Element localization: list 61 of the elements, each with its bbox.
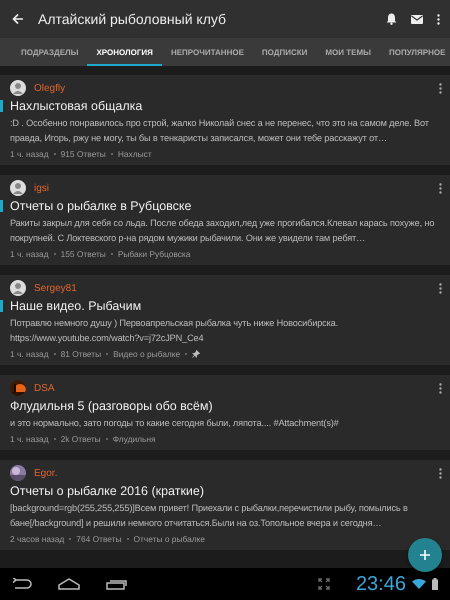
more-icon[interactable] bbox=[439, 82, 442, 94]
more-icon[interactable] bbox=[439, 182, 442, 194]
author-name[interactable]: igsi bbox=[34, 182, 431, 194]
more-icon[interactable] bbox=[437, 14, 440, 24]
tab[interactable]: НЕПРОЧИТАННОЕ bbox=[162, 38, 253, 66]
topic-preview: Потравлю немного душу ) Первоапрельская рыбалка чуть ниже Новосибирска. https://www.youtube.com/watch?v=j72cJPN_Ce4 bbox=[9, 317, 340, 345]
recent-apps-icon[interactable] bbox=[106, 578, 128, 590]
wifi-icon bbox=[412, 579, 426, 589]
app-title: Алтайский рыболовный клуб bbox=[38, 11, 228, 27]
mail-icon[interactable] bbox=[411, 14, 423, 24]
reply-count: 2k Ответы bbox=[60, 434, 101, 444]
bell-icon[interactable] bbox=[386, 13, 397, 25]
reply-count: 764 Ответы bbox=[76, 534, 122, 544]
reply-count: 81 Ответы bbox=[60, 349, 102, 359]
topic-preview: и это нормально, зато погоды то какие сегодня были, ляпота.... #Attachment(s)# bbox=[9, 417, 340, 430]
post-time: 1 ч. назад bbox=[10, 349, 49, 359]
forum-name: Флудильня bbox=[112, 434, 156, 444]
home-icon[interactable] bbox=[58, 578, 80, 590]
clock: 23:46 bbox=[356, 572, 406, 596]
post-time: 1 ч. назад bbox=[10, 434, 49, 444]
back-icon[interactable] bbox=[12, 578, 32, 590]
avatar-icon bbox=[10, 80, 26, 96]
plus-icon bbox=[419, 549, 431, 561]
topic-title: Флудильня 5 (разговоры обо всём) bbox=[10, 399, 213, 413]
topic-title: Отчеты о рыбалке в Рубцовске bbox=[10, 199, 192, 213]
avatar-icon bbox=[10, 280, 26, 296]
post-time: 2 часов назад bbox=[10, 534, 64, 544]
post-time: 1 ч. назад bbox=[10, 249, 49, 259]
more-icon[interactable] bbox=[439, 282, 442, 294]
tab[interactable]: МОИ ТЕМЫ bbox=[316, 38, 380, 66]
topic-preview: [background=rgb(255,255,255)]Всем привет! Приехали с рыбалки,перечистили рыбу, помылись в бане[/background] и решили немного отчитаться.Были на оз.Топольное вчера и сегодня… bbox=[9, 502, 409, 530]
topic-card[interactable]: DSA Флудильня 5 (разговоры обо всём) и это нормально, зато погоды то какие сегодня были, ляпота.... #Attachment(s)# 1 ч. назад 2k Ответы Флудильня bbox=[0, 375, 450, 450]
forum-name: Видео о рыбалке bbox=[113, 349, 180, 359]
tab[interactable]: ХРОНОЛОГИЯ bbox=[87, 38, 162, 66]
author-name[interactable]: Olegfly bbox=[34, 82, 431, 94]
topic-preview: :D . Особенно понравилось про строй, жалко Николай снес а не перенес, что это на самом деле. Вот правда, Игорь, ржу не могу, ты бы в тенкаристы записался, может они тебе расскажут от… bbox=[9, 117, 430, 145]
author-name[interactable]: DSA bbox=[34, 382, 431, 394]
author-name[interactable]: Egor. bbox=[34, 468, 431, 478]
topic-title: Наше видео. Рыбачим bbox=[10, 299, 142, 313]
topic-title: Отчеты о рыбалке 2016 (краткие) bbox=[10, 484, 204, 498]
tab[interactable]: ПОДРАЗДЕЛЫ bbox=[12, 38, 88, 66]
forum-name: Отчеты о рыбалке bbox=[134, 534, 206, 544]
avatar-icon bbox=[10, 180, 26, 196]
reply-count: 915 Ответы bbox=[60, 149, 106, 159]
more-icon[interactable] bbox=[439, 382, 442, 394]
topic-preview: Ракиты закрыл для себя со льда. После обеда заходил,лед уже прогибался.Клевал карась похуже, но покрупней. С Локтевского р-на рядом мужики рыбачили. Они же увидели там ребят… bbox=[9, 217, 436, 245]
forum-name: Нахлыст bbox=[118, 149, 152, 159]
topic-card[interactable] bbox=[0, 175, 450, 265]
topic-card[interactable]: Sergey81 Наше видео. Рыбачим Потравлю немного душу ) Первоапрельская рыбалка чуть ниже Новосибирска. https://www.youtube.com/watch?v=j72cJPN_Ce4 1 ч. назад 81 Ответы Видео о рыбалке bbox=[0, 275, 450, 365]
forum-name: Рыбаки Рубцовска bbox=[118, 249, 190, 259]
more-icon[interactable] bbox=[439, 468, 442, 478]
reply-count: 155 Ответы bbox=[60, 249, 106, 259]
post-time: 1 ч. назад bbox=[10, 149, 49, 159]
tab[interactable]: ПОДПИСКИ bbox=[252, 38, 316, 66]
fullscreen-icon[interactable] bbox=[318, 578, 330, 590]
battery-icon bbox=[432, 578, 438, 590]
topic-title: Нахлыстовая общалка bbox=[10, 99, 142, 113]
author-name[interactable]: Sergey81 bbox=[34, 282, 431, 294]
tab[interactable]: ПОПУЛЯРНОЕ bbox=[380, 38, 450, 66]
topic-card[interactable] bbox=[0, 75, 450, 165]
topic-card[interactable] bbox=[0, 460, 450, 550]
